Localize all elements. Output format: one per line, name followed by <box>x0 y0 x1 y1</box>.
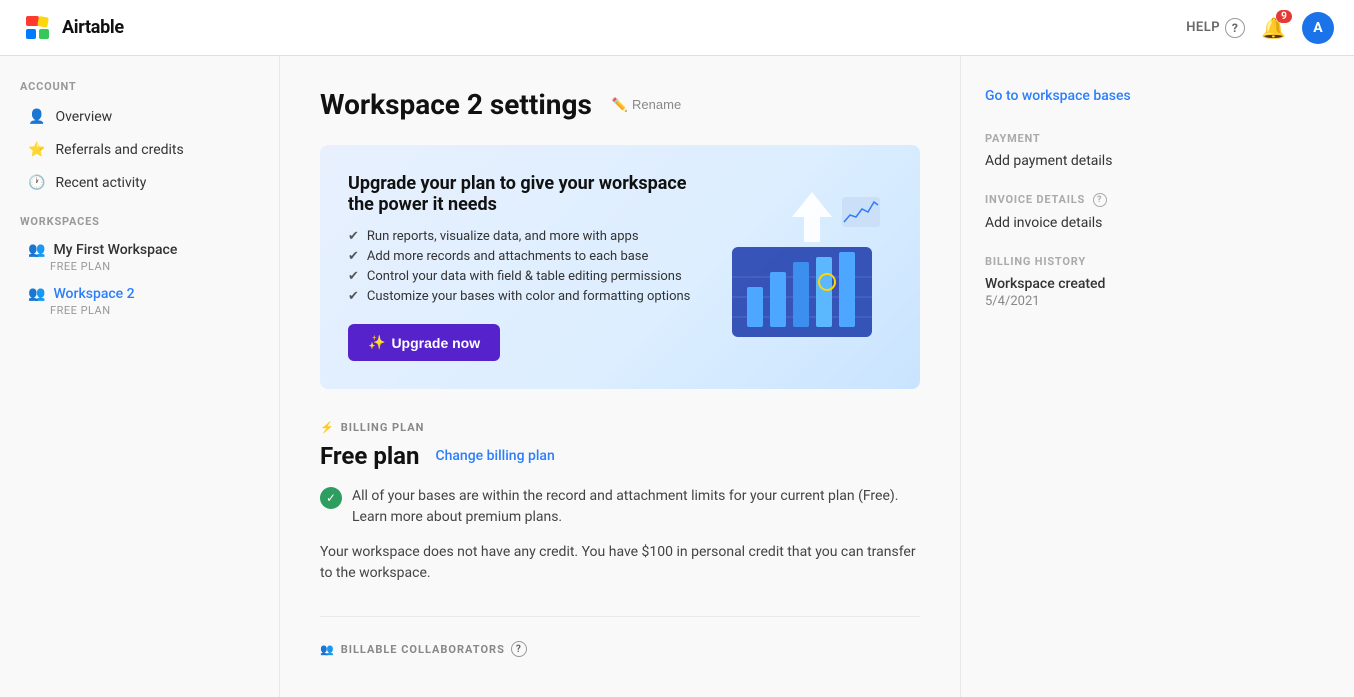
sidebar-item-overview[interactable]: 👤 Overview <box>8 101 271 133</box>
billing-plan-name: Free plan <box>320 442 419 470</box>
upgrade-now-button[interactable]: ✨ Upgrade now <box>348 324 500 361</box>
workspaces-section-label: WORKSPACES <box>0 215 279 228</box>
feature-item-2: ✔ Add more records and attachments to ea… <box>348 249 692 264</box>
billable-label-text: BILLABLE COLLABORATORS <box>341 643 505 656</box>
billing-plan-label: BILLING PLAN <box>341 421 425 434</box>
check-icon-2: ✔ <box>348 249 359 264</box>
billable-help-icon[interactable]: ? <box>511 641 527 657</box>
check-icon-1: ✔ <box>348 229 359 244</box>
billing-history-section: BILLING HISTORY Workspace created 5/4/20… <box>985 255 1196 309</box>
invoice-section: INVOICE DETAILS ? Add invoice details <box>985 193 1196 231</box>
credit-notice: Your workspace does not have any credit.… <box>320 542 920 584</box>
sidebar-item-overview-label: Overview <box>55 109 112 125</box>
help-label: HELP <box>1186 20 1220 35</box>
account-section-label: ACCOUNT <box>0 80 279 93</box>
page-title-row: Workspace 2 settings ✏️ Rename <box>320 88 920 121</box>
right-panel: Go to workspace bases PAYMENT Add paymen… <box>960 56 1220 697</box>
upgrade-features-list: ✔ Run reports, visualize data, and more … <box>348 229 692 304</box>
sidebar: ACCOUNT 👤 Overview ⭐ Referrals and credi… <box>0 56 280 697</box>
topnav-right: HELP ? 🔔 9 A <box>1186 12 1334 44</box>
check-icon-3: ✔ <box>348 269 359 284</box>
clock-icon: 🕐 <box>28 175 45 191</box>
feature-text-4: Customize your bases with color and form… <box>367 289 691 304</box>
topnav: Airtable HELP ? 🔔 9 A <box>0 0 1354 56</box>
add-payment-details-link[interactable]: Add payment details <box>985 153 1196 169</box>
workspace-2-name-row: 👥 Workspace 2 <box>28 286 251 302</box>
billable-collaborators-section: 👥 BILLABLE COLLABORATORS ? <box>320 616 920 657</box>
help-button[interactable]: HELP ? <box>1186 18 1245 38</box>
overview-icon: 👤 <box>28 109 45 125</box>
go-to-workspace-bases-link[interactable]: Go to workspace bases <box>985 88 1196 104</box>
logo-area: Airtable <box>20 10 124 46</box>
rename-button[interactable]: ✏️ Rename <box>604 93 689 117</box>
main-content: Workspace 2 settings ✏️ Rename Upgrade y… <box>280 56 960 697</box>
rename-label: Rename <box>632 97 681 112</box>
feature-text-3: Control your data with field & table edi… <box>367 269 682 284</box>
sparkle-icon: ✨ <box>368 334 385 351</box>
workspace-2-name: Workspace 2 <box>53 286 134 302</box>
sidebar-item-referrals-label: Referrals and credits <box>55 142 183 158</box>
billing-plan-section-label: ⚡ BILLING PLAN <box>320 421 920 434</box>
star-icon: ⭐ <box>28 142 45 158</box>
upgrade-card-content: Upgrade your plan to give your workspace… <box>348 173 692 361</box>
help-icon: ? <box>1225 18 1245 38</box>
workspace-1-plan: FREE PLAN <box>50 260 251 273</box>
billing-history-item: Workspace created <box>985 276 1196 292</box>
layout: ACCOUNT 👤 Overview ⭐ Referrals and credi… <box>0 56 1354 697</box>
payment-section: PAYMENT Add payment details <box>985 132 1196 169</box>
feature-item-4: ✔ Customize your bases with color and fo… <box>348 289 692 304</box>
payment-label: PAYMENT <box>985 132 1196 145</box>
billing-history-label: BILLING HISTORY <box>985 255 1196 268</box>
pencil-icon: ✏️ <box>612 97 628 113</box>
page-title: Workspace 2 settings <box>320 88 592 121</box>
feature-item-3: ✔ Control your data with field & table e… <box>348 269 692 284</box>
change-billing-plan-link[interactable]: Change billing plan <box>435 448 554 464</box>
invoice-label: INVOICE DETAILS ? <box>985 193 1196 207</box>
sidebar-workspace-2[interactable]: 👥 Workspace 2 FREE PLAN <box>8 280 271 323</box>
billable-collaborators-label: 👥 BILLABLE COLLABORATORS ? <box>320 641 920 657</box>
workspace-1-name: My First Workspace <box>53 242 177 258</box>
feature-text-2: Add more records and attachments to each… <box>367 249 649 264</box>
workspace-2-plan: FREE PLAN <box>50 304 251 317</box>
people-icon: 👥 <box>320 643 335 656</box>
sidebar-item-activity[interactable]: 🕐 Recent activity <box>8 167 271 199</box>
plan-status-text: All of your bases are within the record … <box>352 486 920 528</box>
invoice-label-text: INVOICE DETAILS <box>985 193 1085 206</box>
sidebar-item-referrals[interactable]: ⭐ Referrals and credits <box>8 134 271 166</box>
feature-text-1: Run reports, visualize data, and more wi… <box>367 229 639 244</box>
avatar[interactable]: A <box>1302 12 1334 44</box>
check-icon-4: ✔ <box>348 289 359 304</box>
lightning-icon: ⚡ <box>320 421 335 434</box>
upgrade-card-title: Upgrade your plan to give your workspace… <box>348 173 692 215</box>
workspace-1-name-row: 👥 My First Workspace <box>28 242 251 258</box>
plan-status-row: ✓ All of your bases are within the recor… <box>320 486 920 528</box>
plan-check-icon: ✓ <box>320 487 342 509</box>
billing-plan-row: Free plan Change billing plan <box>320 442 920 470</box>
upgrade-btn-label: Upgrade now <box>391 335 480 351</box>
billing-history-date: 5/4/2021 <box>985 294 1196 309</box>
workspace-people-icon-1: 👥 <box>28 242 45 258</box>
upgrade-card: Upgrade your plan to give your workspace… <box>320 145 920 389</box>
sidebar-item-activity-label: Recent activity <box>55 175 146 191</box>
invoice-help-icon: ? <box>1093 193 1107 207</box>
sidebar-workspace-1[interactable]: 👥 My First Workspace FREE PLAN <box>8 236 271 279</box>
workspace-people-icon-2: 👥 <box>28 286 45 302</box>
logo-text: Airtable <box>62 17 124 38</box>
airtable-logo-icon[interactable] <box>20 10 56 46</box>
feature-item-1: ✔ Run reports, visualize data, and more … <box>348 229 692 244</box>
add-invoice-details-link[interactable]: Add invoice details <box>985 215 1196 231</box>
upgrade-card-illustration <box>712 187 892 347</box>
notifications-button[interactable]: 🔔 9 <box>1261 16 1286 40</box>
notification-badge: 9 <box>1276 10 1292 23</box>
